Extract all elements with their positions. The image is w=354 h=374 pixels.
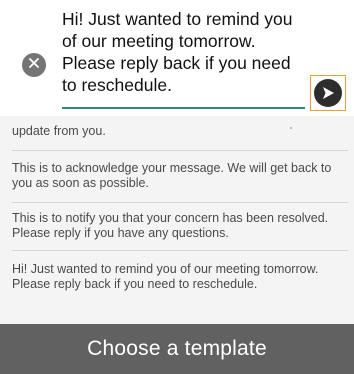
- input-underline: [62, 107, 305, 109]
- send-arrow-icon: [314, 79, 342, 107]
- template-item[interactable]: This is to acknowledge your message. We …: [12, 161, 342, 191]
- divider: [12, 150, 348, 151]
- send-button[interactable]: [310, 75, 346, 111]
- divider: [12, 250, 348, 251]
- divider: [12, 202, 348, 203]
- template-item[interactable]: This is to notify you that your concern …: [12, 211, 342, 241]
- template-item[interactable]: update from you.: [12, 124, 342, 139]
- choose-template-button[interactable]: Choose a template: [0, 324, 354, 374]
- clear-message-button[interactable]: [22, 53, 46, 77]
- choose-template-label: Choose a template: [87, 337, 267, 360]
- scroll-indicator: [290, 127, 292, 129]
- template-item[interactable]: Hi! Just wanted to remind you of our mee…: [12, 262, 342, 292]
- template-list[interactable]: update from you. This is to acknowledge …: [0, 116, 354, 324]
- message-input[interactable]: Hi! Just wanted to remind you of our mee…: [62, 8, 306, 108]
- close-icon: [28, 56, 40, 74]
- message-composer: Hi! Just wanted to remind you of our mee…: [0, 0, 354, 116]
